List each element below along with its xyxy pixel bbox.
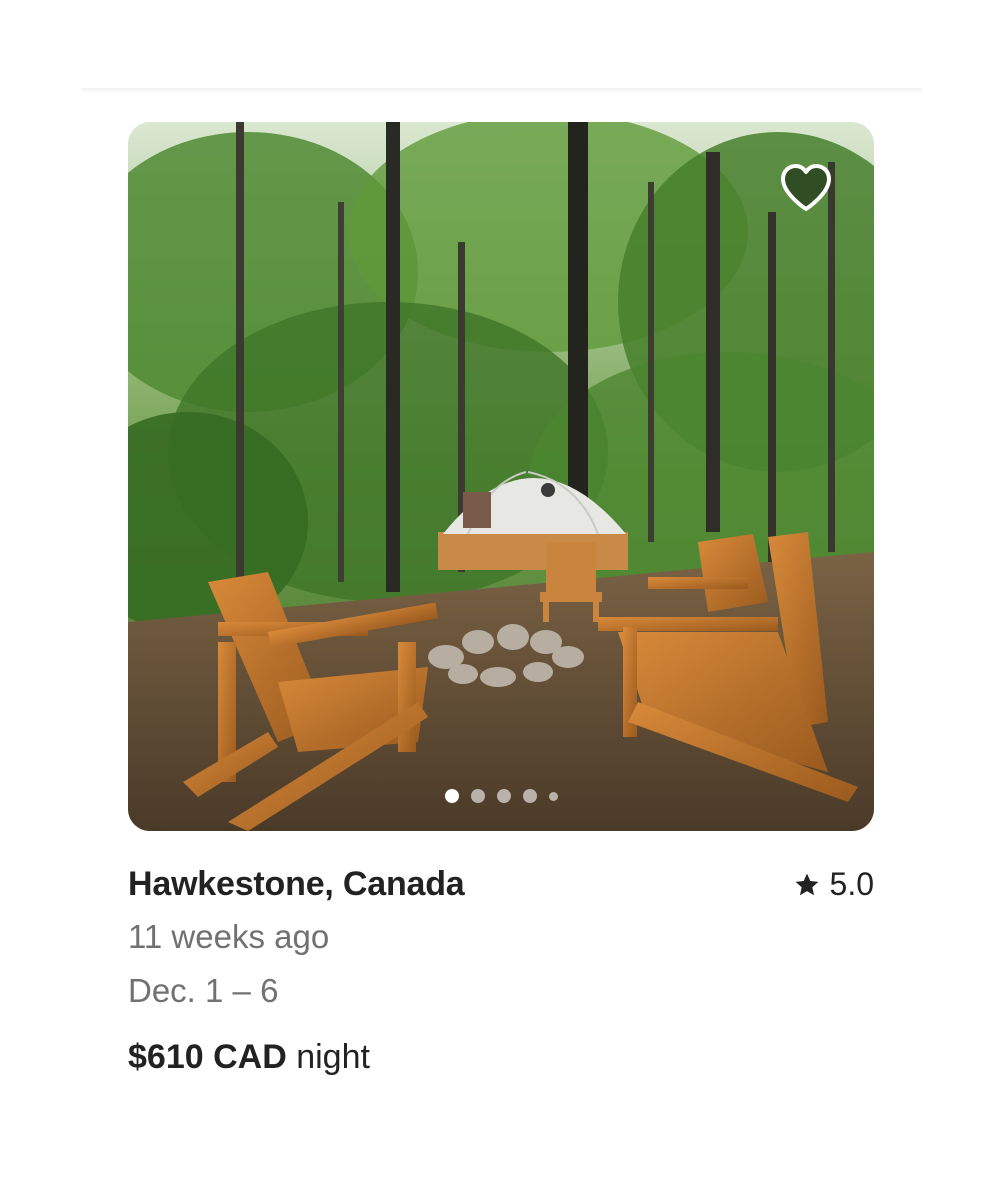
heart-icon <box>781 164 831 211</box>
carousel-dot[interactable] <box>522 789 537 803</box>
listing-info: Hawkestone, Canada 5.0 11 weeks ago Dec.… <box>128 865 874 1077</box>
listing-photo-image <box>128 122 874 831</box>
listing-location: Hawkestone, Canada <box>128 865 465 903</box>
favorite-button[interactable] <box>778 162 834 214</box>
price-unit: night <box>296 1038 370 1076</box>
price-amount: $610 CAD <box>128 1038 287 1076</box>
listing-card[interactable]: Hawkestone, Canada 5.0 11 weeks ago Dec.… <box>128 122 874 1077</box>
star-icon <box>795 873 818 895</box>
posted-time: 11 weeks ago <box>128 918 330 955</box>
listing-photo[interactable] <box>128 122 874 831</box>
carousel-dot[interactable] <box>496 789 511 803</box>
top-divider <box>82 88 922 94</box>
stay-dates: Dec. 1 – 6 <box>128 972 279 1009</box>
carousel-dot[interactable] <box>548 791 558 801</box>
carousel-dot[interactable] <box>444 789 459 803</box>
carousel-dots <box>128 789 874 803</box>
carousel-dot[interactable] <box>470 789 485 803</box>
price-row: $610 CAD night <box>128 1038 874 1077</box>
listing-rating: 5.0 <box>794 866 874 903</box>
rating-value: 5.0 <box>829 866 874 902</box>
title-row: Hawkestone, Canada 5.0 <box>128 865 874 904</box>
